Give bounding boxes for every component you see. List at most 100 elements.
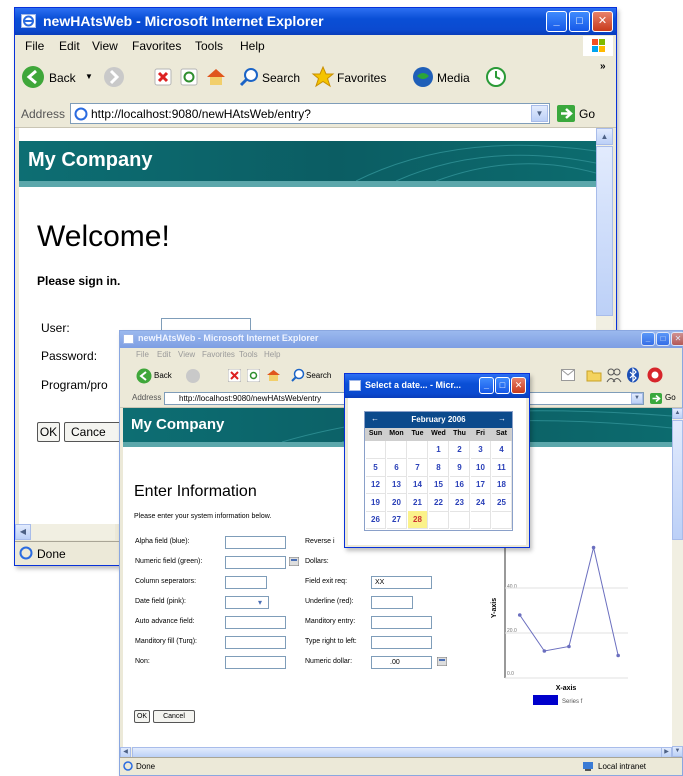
title-bar[interactable]: newHAtsWeb - Microsoft Internet Explorer… <box>15 8 616 35</box>
calendar-day[interactable]: 25 <box>492 493 512 512</box>
underline-field[interactable] <box>371 596 413 609</box>
calendar-day[interactable]: 27 <box>387 511 407 529</box>
type-right-to-left-field[interactable] <box>371 636 432 649</box>
maximize-button[interactable]: □ <box>495 377 510 394</box>
home-icon[interactable] <box>205 66 227 91</box>
menu-tools[interactable]: Tools <box>239 350 258 359</box>
menu-edit[interactable]: Edit <box>157 350 171 359</box>
menu-view[interactable]: View <box>178 350 195 359</box>
calendar-day[interactable]: 21 <box>408 493 428 512</box>
scroll-up-button[interactable]: ▲ <box>596 128 613 145</box>
calendar-day[interactable]: 7 <box>408 458 428 477</box>
toolbar-overflow-icon[interactable]: » <box>600 61 606 72</box>
menu-tools[interactable]: Tools <box>195 39 223 53</box>
calculator-icon[interactable] <box>288 556 300 569</box>
go-button-label[interactable]: Go <box>579 107 595 121</box>
calendar-day[interactable]: 15 <box>429 476 449 494</box>
close-button[interactable]: ✕ <box>671 332 683 346</box>
ok-button[interactable]: OK <box>37 422 60 442</box>
numeric-dollar-field[interactable]: .00 <box>371 656 432 669</box>
title-bar[interactable]: Select a date... - Micr... _ □ ✕ <box>345 374 529 398</box>
users-icon[interactable] <box>606 367 622 386</box>
search-icon[interactable] <box>238 66 260 91</box>
calculator-icon[interactable] <box>436 656 448 669</box>
calendar-day[interactable]: 24 <box>471 493 491 512</box>
calendar-day[interactable]: 1 <box>429 441 449 459</box>
field-exit-field[interactable]: XX <box>371 576 432 589</box>
scroll-thumb[interactable] <box>596 146 613 316</box>
calendar-day[interactable]: 19 <box>366 493 386 512</box>
menu-view[interactable]: View <box>92 39 118 53</box>
search-icon[interactable] <box>290 368 305 386</box>
refresh-icon[interactable] <box>180 68 198 89</box>
menu-help[interactable]: Help <box>264 350 280 359</box>
numeric-field[interactable] <box>225 556 286 569</box>
search-button-label[interactable]: Search <box>262 71 300 85</box>
scroll-down-button[interactable]: ▼ <box>672 746 683 757</box>
bluetooth-icon[interactable] <box>626 367 640 386</box>
minimize-button[interactable]: _ <box>641 332 655 346</box>
back-button-label[interactable]: Back <box>49 71 76 85</box>
scroll-up-button[interactable]: ▲ <box>672 408 683 419</box>
calendar-day[interactable]: 3 <box>471 441 491 459</box>
go-arrow-icon[interactable] <box>650 393 662 407</box>
forward-arrow-icon[interactable] <box>185 368 201 387</box>
minimize-button[interactable]: _ <box>546 11 567 32</box>
calendar-day[interactable]: 4 <box>492 441 512 459</box>
menu-help[interactable]: Help <box>240 39 265 53</box>
folder-icon[interactable] <box>586 368 602 385</box>
menu-file[interactable]: File <box>25 39 44 53</box>
next-month-button[interactable]: → <box>498 414 506 423</box>
calendar-day[interactable]: 2 <box>450 441 470 459</box>
minimize-button[interactable]: _ <box>479 377 494 394</box>
back-arrow-icon[interactable] <box>136 368 152 387</box>
calendar-day[interactable]: 28 <box>408 511 428 529</box>
calendar-day[interactable]: 8 <box>429 458 449 477</box>
cancel-button[interactable]: Cance <box>64 422 124 442</box>
address-dropdown-button[interactable]: ▼ <box>631 393 643 404</box>
menu-edit[interactable]: Edit <box>59 39 80 53</box>
auto-advance-field[interactable] <box>225 616 286 629</box>
calendar-day[interactable]: 22 <box>429 493 449 512</box>
manditory-entry-field[interactable] <box>371 616 432 629</box>
column-separators-field[interactable] <box>225 576 267 589</box>
search-button-label[interactable]: Search <box>306 371 331 380</box>
maximize-button[interactable]: □ <box>656 332 670 346</box>
favorites-button-label[interactable]: Favorites <box>337 71 386 85</box>
media-icon[interactable] <box>412 66 434 91</box>
go-arrow-icon[interactable] <box>557 105 575 125</box>
messenger-icon[interactable] <box>647 367 663 386</box>
calendar-day[interactable]: 13 <box>387 476 407 494</box>
back-button-label[interactable]: Back <box>154 371 172 380</box>
refresh-icon[interactable] <box>246 368 261 385</box>
calendar-day[interactable]: 17 <box>471 476 491 494</box>
vertical-scrollbar[interactable]: ▲ ▼ <box>672 408 683 757</box>
calendar-day[interactable]: 12 <box>366 476 386 494</box>
horizontal-scrollbar[interactable]: ◀ <box>15 524 115 540</box>
go-button-label[interactable]: Go <box>665 393 676 402</box>
scroll-thumb[interactable] <box>672 420 683 540</box>
close-button[interactable]: ✕ <box>592 11 613 32</box>
calendar-day[interactable]: 14 <box>408 476 428 494</box>
home-icon[interactable] <box>266 368 281 386</box>
menu-favorites[interactable]: Favorites <box>202 350 235 359</box>
close-button[interactable]: ✕ <box>511 377 526 394</box>
calendar-day[interactable]: 18 <box>492 476 512 494</box>
cancel-button[interactable]: Cancel <box>153 710 195 723</box>
scroll-left-button[interactable]: ◀ <box>15 524 31 540</box>
stop-icon[interactable] <box>154 68 172 89</box>
favorites-star-icon[interactable] <box>311 65 335 92</box>
calendar-day[interactable]: 5 <box>366 458 386 477</box>
chevron-down-icon[interactable]: ▾ <box>258 598 262 607</box>
date-field[interactable]: ▾ <box>225 596 269 609</box>
menu-favorites[interactable]: Favorites <box>132 39 181 53</box>
title-bar[interactable]: newHAtsWeb - Microsoft Internet Explorer… <box>120 331 683 348</box>
calendar-day[interactable]: 6 <box>387 458 407 477</box>
calendar-day[interactable]: 20 <box>387 493 407 512</box>
menu-file[interactable]: File <box>136 350 149 359</box>
calendar-day[interactable]: 11 <box>492 458 512 477</box>
stop-icon[interactable] <box>227 368 242 385</box>
calendar-day[interactable]: 23 <box>450 493 470 512</box>
alpha-field[interactable] <box>225 536 286 549</box>
address-dropdown-button[interactable]: ▼ <box>531 105 548 122</box>
